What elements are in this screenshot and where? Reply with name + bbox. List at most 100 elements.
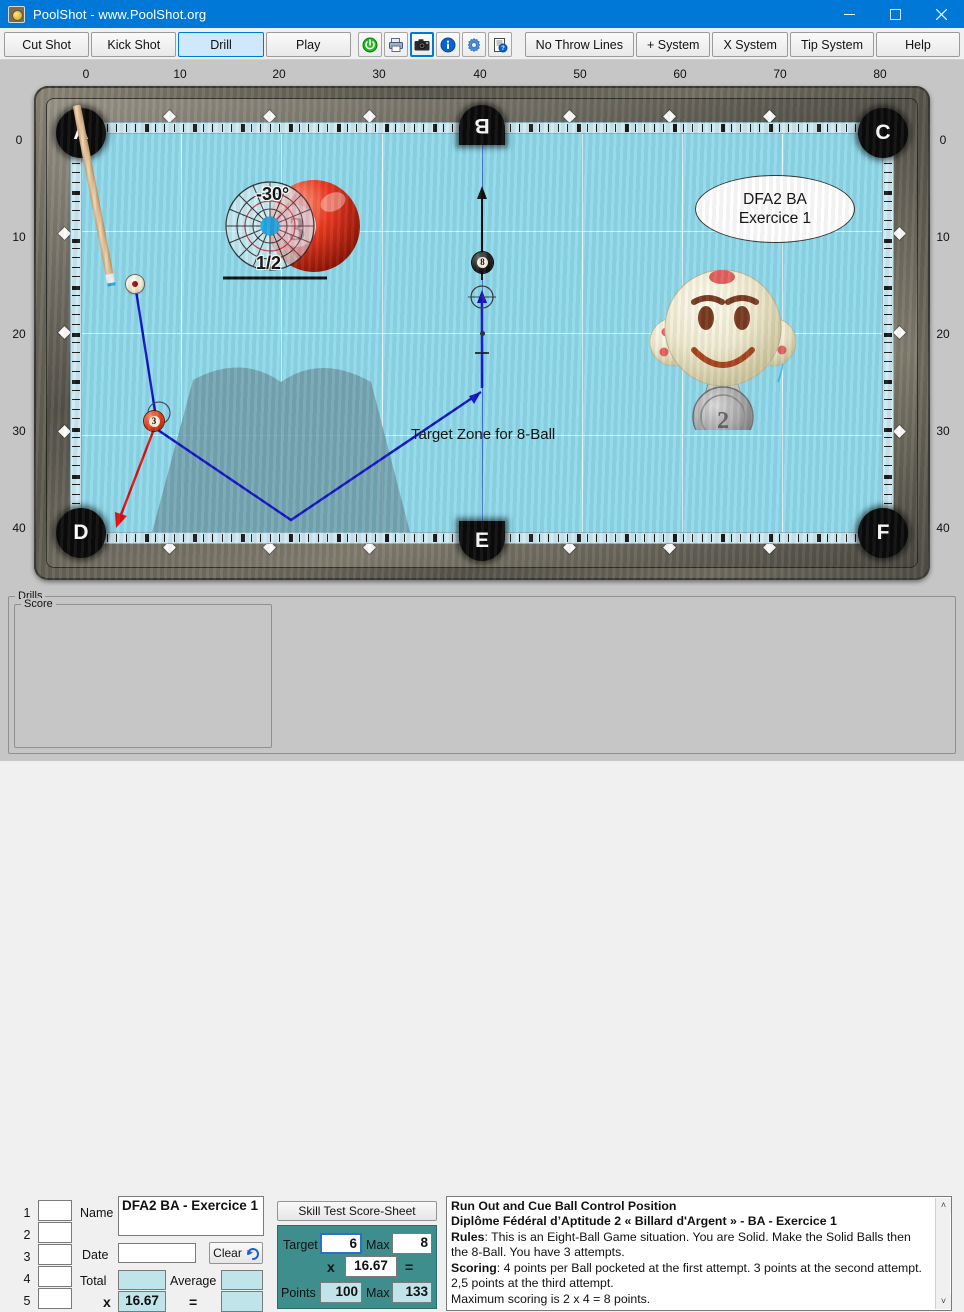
- pocket-F[interactable]: F: [858, 508, 908, 558]
- maximize-button[interactable]: [872, 0, 918, 28]
- scroll-down-arrow[interactable]: ˅: [936, 1294, 951, 1309]
- ruler-left-30: 30: [12, 424, 26, 438]
- date-input[interactable]: [118, 1243, 196, 1263]
- bottom-panel: Drills Score 1 2 3 4 5 Name DFA2 BA - Ex…: [0, 588, 964, 1312]
- pocket-B[interactable]: B: [459, 105, 505, 145]
- equals-symbol: =: [189, 1294, 198, 1310]
- gear-icon[interactable]: [462, 32, 487, 57]
- rules-heading-2: Diplôme Fédéral d’Aptitude 2 « Billard d…: [451, 1214, 837, 1229]
- ruler-right-10: 10: [936, 230, 950, 244]
- camera-icon[interactable]: [410, 32, 435, 57]
- score-input-3[interactable]: [38, 1244, 72, 1265]
- toolbar: Cut Shot Kick Shot Drill Play ? No Throw…: [0, 28, 964, 60]
- score-input-4[interactable]: [38, 1266, 72, 1287]
- button-plus-system[interactable]: + System: [635, 32, 711, 57]
- info-icon[interactable]: [436, 32, 461, 57]
- skill-multiply-symbol: x: [327, 1259, 335, 1275]
- ruler-top-40: 40: [473, 67, 487, 81]
- ruler-top-60: 60: [673, 67, 687, 81]
- name-input[interactable]: DFA2 BA - Exercice 1: [118, 1196, 264, 1236]
- rules-textbox[interactable]: Run Out and Cue Ball Control Position Di…: [446, 1196, 952, 1311]
- button-tip-system[interactable]: Tip System: [789, 32, 874, 57]
- points-label: Points: [281, 1286, 316, 1300]
- tab-play[interactable]: Play: [265, 32, 351, 57]
- ball-3[interactable]: 3: [144, 411, 164, 431]
- tab-drill[interactable]: Drill: [178, 32, 264, 57]
- points-max-value: 133: [392, 1282, 432, 1303]
- printer-icon[interactable]: [384, 32, 409, 57]
- name-label: Name: [80, 1206, 114, 1220]
- clear-button[interactable]: Clear: [209, 1242, 263, 1264]
- skill-multiplier-value: 16.67: [345, 1256, 397, 1277]
- score-input-5[interactable]: [38, 1288, 72, 1309]
- title-bar: PoolShot - www.PoolShot.org: [0, 0, 964, 28]
- rules-paragraph: Rules: This is an Eight-Ball Game situat…: [451, 1230, 931, 1261]
- close-button[interactable]: [918, 0, 964, 28]
- target-max-label: Max: [366, 1238, 390, 1252]
- score-row-number: 5: [23, 1294, 31, 1308]
- target-input[interactable]: 6: [320, 1233, 362, 1254]
- score-row-number: 4: [23, 1272, 31, 1286]
- scoring-text: : 4 points per Ball pocketed at the firs…: [451, 1260, 922, 1291]
- rules-heading-1: Run Out and Cue Ball Control Position: [451, 1199, 677, 1213]
- max-scoring-text: Maximum scoring is 2 x 4 = 8 points.: [451, 1291, 651, 1306]
- target-label: Target: [283, 1238, 318, 1252]
- button-x-system[interactable]: X System: [712, 32, 788, 57]
- cue-ball[interactable]: [126, 275, 144, 293]
- ruler-top-0: 0: [82, 67, 90, 81]
- skill-test-title[interactable]: Skill Test Score-Sheet: [277, 1201, 437, 1221]
- tab-kick-shot[interactable]: Kick Shot: [91, 32, 177, 57]
- aim-fraction-label: 1/2: [256, 253, 282, 273]
- minimize-button[interactable]: [826, 0, 872, 28]
- pool-table[interactable]: Target Zone for 8-Ball 8 3 -30° 1/2 2 DF…: [34, 86, 930, 580]
- score-input-2[interactable]: [38, 1222, 72, 1243]
- multiply-symbol: x: [103, 1294, 111, 1310]
- scoring-label: Scoring: [451, 1260, 497, 1275]
- ball-8-number: 8: [477, 257, 488, 268]
- pocket-D[interactable]: D: [56, 508, 106, 558]
- ball-3-number: 3: [148, 415, 160, 427]
- average-label: Average: [170, 1274, 217, 1288]
- target-zone-label: Target Zone for 8-Ball: [411, 426, 556, 443]
- score-input-1[interactable]: [38, 1200, 72, 1221]
- total-label: Total: [80, 1274, 107, 1288]
- table-stage: 0 10 20 30 40 50 60 70 80 0 10 20 30 40 …: [0, 60, 964, 588]
- rules-scrollbar[interactable]: ˄ ˅: [935, 1198, 951, 1309]
- aim-angle-label: -30°: [256, 184, 290, 204]
- score-group: Score: [14, 598, 272, 748]
- date-label: Date: [82, 1248, 109, 1262]
- window-controls: [826, 0, 964, 28]
- target-max-value: 8: [392, 1233, 432, 1254]
- score-row-number: 2: [23, 1228, 31, 1242]
- app-icon: [8, 5, 25, 23]
- points-value: 100: [320, 1282, 362, 1303]
- ruler-top-30: 30: [372, 67, 386, 81]
- aim-diagram[interactable]: 3: [215, 174, 375, 289]
- power-icon[interactable]: [358, 32, 383, 57]
- table-felt[interactable]: Target Zone for 8-Ball 8 3 -30° 1/2 2 DF…: [81, 130, 883, 536]
- bubble-line-1: DFA2 BA: [743, 190, 807, 208]
- ruler-right-0: 0: [939, 133, 947, 147]
- average-value: [221, 1270, 263, 1290]
- total-value: [118, 1270, 166, 1290]
- bubble-line-2: Exercice 1: [738, 210, 812, 227]
- ruler-right-40: 40: [936, 521, 950, 535]
- scale-right: [882, 144, 894, 526]
- svg-text:?: ?: [501, 46, 505, 52]
- scroll-up-arrow[interactable]: ˄: [936, 1198, 951, 1213]
- score-group-label: Score: [21, 598, 56, 610]
- speech-bubble: DFA2 BA Exercice 1: [695, 175, 855, 243]
- pocket-C[interactable]: C: [858, 108, 908, 158]
- ball-8[interactable]: 8: [472, 252, 493, 273]
- tab-cut-shot[interactable]: Cut Shot: [4, 32, 90, 57]
- ruler-left-10: 10: [12, 230, 26, 244]
- scoring-paragraph: Scoring: 4 points per Ball pocketed at t…: [451, 1261, 931, 1292]
- button-no-throw-lines[interactable]: No Throw Lines: [524, 32, 634, 57]
- help-document-icon[interactable]: ?: [488, 32, 513, 57]
- scale-left: [70, 144, 82, 526]
- undo-icon: [246, 1247, 259, 1260]
- button-help[interactable]: Help: [876, 32, 960, 57]
- skill-test-title-label: Skill Test Score-Sheet: [298, 1204, 416, 1218]
- ruler-top-80: 80: [873, 67, 887, 81]
- ruler-right-30: 30: [936, 424, 950, 438]
